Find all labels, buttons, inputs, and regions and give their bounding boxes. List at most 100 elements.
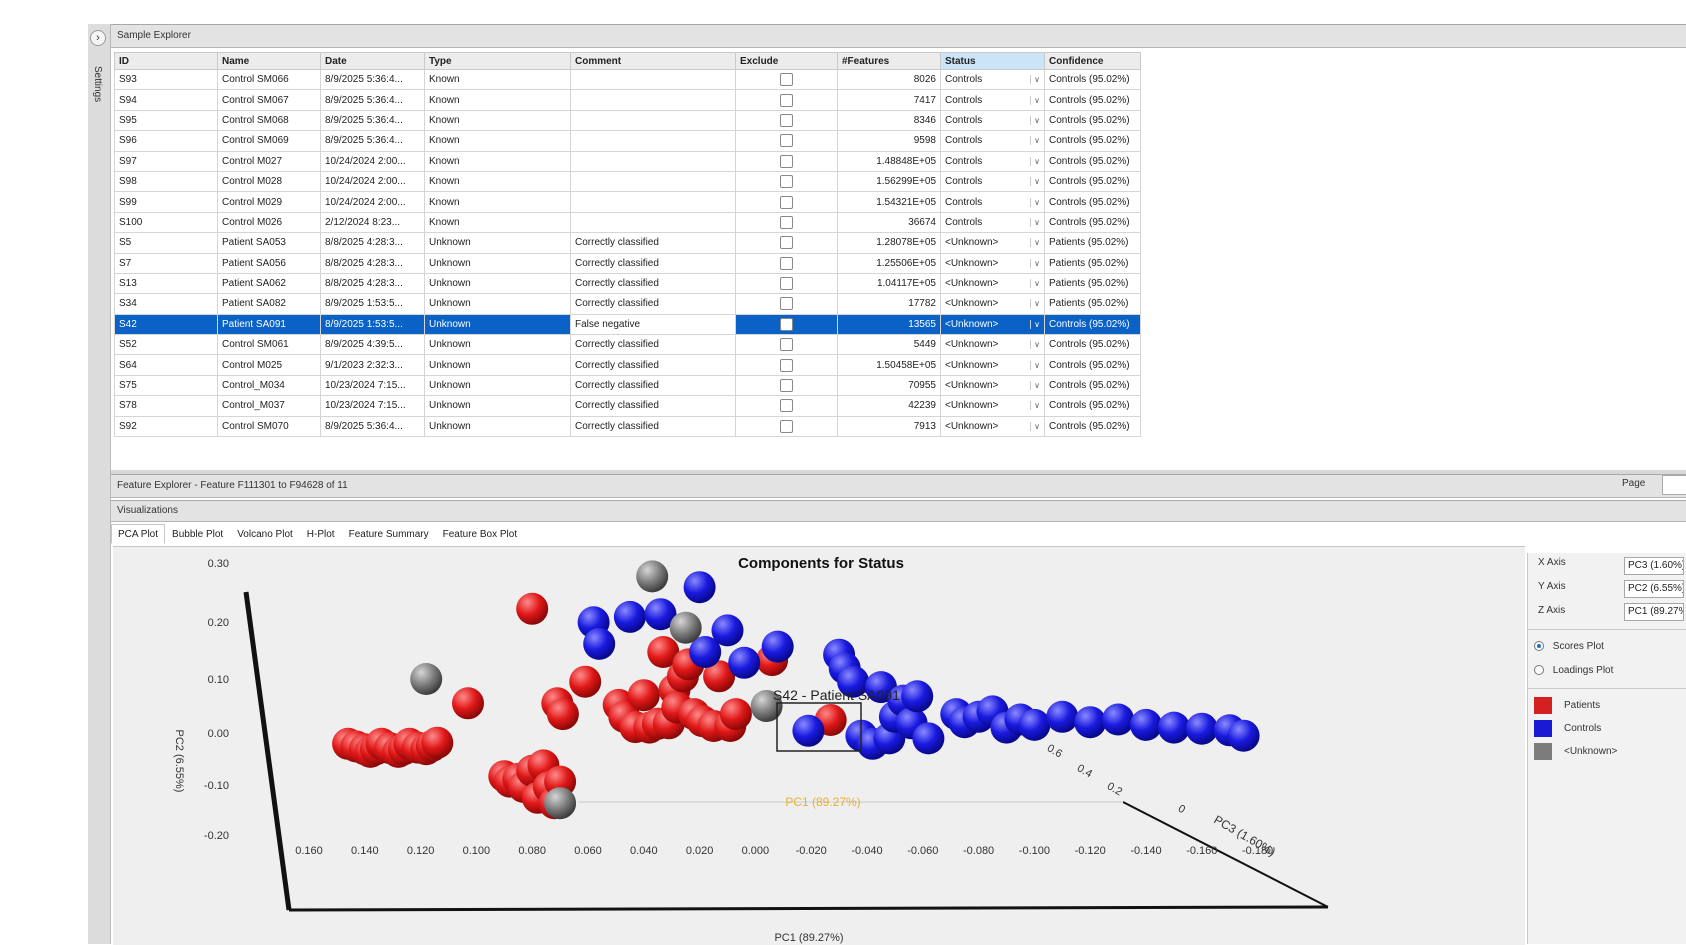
score-point[interactable] xyxy=(761,630,794,663)
table-row[interactable]: S92 Control SM070 8/9/2025 5:36:4... Unknow… xyxy=(114,415,1141,438)
table-row[interactable]: S99 Control M029 10/24/2024 2:00... Known 1.… xyxy=(114,191,1141,213)
cell-status[interactable]: Controls ∨ xyxy=(940,191,1045,213)
chevron-down-icon[interactable]: ∨ xyxy=(1030,381,1040,391)
cell-comment[interactable]: Correctly classified xyxy=(570,232,736,254)
chevron-down-icon[interactable]: ∨ xyxy=(1030,299,1040,309)
exclude-checkbox[interactable] xyxy=(780,338,793,352)
cell-status[interactable]: <Unknown> ∨ xyxy=(940,334,1045,356)
cell-status[interactable]: Controls ∨ xyxy=(940,109,1045,132)
status-dropdown[interactable]: <Unknown> ∨ xyxy=(945,258,1040,269)
score-point[interactable] xyxy=(901,680,934,713)
cell-exclude[interactable] xyxy=(735,191,838,213)
cell-exclude[interactable] xyxy=(735,170,838,193)
score-point[interactable] xyxy=(583,627,616,660)
chevron-down-icon[interactable]: ∨ xyxy=(1030,421,1040,431)
chevron-right-icon[interactable]: › xyxy=(90,30,106,46)
status-dropdown[interactable]: <Unknown> ∨ xyxy=(945,421,1040,432)
cell-status[interactable]: Controls ∨ xyxy=(940,211,1045,234)
column-header-features[interactable]: #Features xyxy=(837,52,941,70)
page-input[interactable] xyxy=(1662,475,1686,495)
scores-plot-option[interactable]: Scores Plot xyxy=(1534,641,1604,652)
exclude-checkbox[interactable] xyxy=(780,154,793,168)
status-dropdown[interactable]: <Unknown> ∨ xyxy=(945,380,1040,391)
loadings-plot-option[interactable]: Loadings Plot xyxy=(1534,665,1613,676)
cell-status[interactable]: <Unknown> ∨ xyxy=(940,232,1045,254)
score-point[interactable] xyxy=(421,726,454,759)
cell-exclude[interactable] xyxy=(735,130,838,152)
cell-status[interactable]: <Unknown> ∨ xyxy=(940,313,1045,336)
tab-h-plot[interactable]: H-Plot xyxy=(300,524,342,544)
status-dropdown[interactable]: Controls ∨ xyxy=(945,135,1040,146)
score-point[interactable] xyxy=(719,698,752,731)
cell-comment[interactable] xyxy=(570,130,736,152)
cell-status[interactable]: <Unknown> ∨ xyxy=(940,252,1045,274)
score-point[interactable] xyxy=(792,714,825,747)
table-row[interactable]: S94 Control SM067 8/9/2025 5:36:4... Known 7… xyxy=(114,89,1141,111)
column-header-date[interactable]: Date xyxy=(320,52,425,70)
cell-exclude[interactable] xyxy=(735,252,838,274)
cell-comment[interactable]: Correctly classified xyxy=(570,415,736,438)
cell-exclude[interactable] xyxy=(735,313,838,336)
cell-status[interactable]: <Unknown> ∨ xyxy=(940,374,1045,397)
exclude-checkbox[interactable] xyxy=(780,73,793,87)
cell-comment[interactable] xyxy=(570,211,736,234)
status-dropdown[interactable]: <Unknown> ∨ xyxy=(945,278,1040,289)
cell-exclude[interactable] xyxy=(735,232,838,254)
exclude-checkbox[interactable] xyxy=(780,134,793,148)
score-point[interactable] xyxy=(912,722,945,755)
chevron-down-icon[interactable]: ∨ xyxy=(1030,136,1040,146)
cell-comment[interactable]: Correctly classified xyxy=(570,395,736,417)
cell-comment[interactable]: Correctly classified xyxy=(570,374,736,397)
table-row[interactable]: S98 Control M028 10/24/2024 2:00... Known 1.… xyxy=(114,170,1141,193)
cell-exclude[interactable] xyxy=(735,415,838,438)
score-point[interactable] xyxy=(1018,708,1051,741)
table-row[interactable]: S78 Control_M037 10/23/2024 7:15... Unknown… xyxy=(114,395,1141,417)
status-dropdown[interactable]: Controls ∨ xyxy=(945,197,1040,208)
settings-vertical-tab[interactable]: Settings xyxy=(92,66,103,102)
column-header-confidence[interactable]: Confidence xyxy=(1044,52,1141,70)
cell-exclude[interactable] xyxy=(735,293,838,315)
status-dropdown[interactable]: <Unknown> ∨ xyxy=(945,298,1040,309)
cell-exclude[interactable] xyxy=(735,374,838,397)
status-dropdown[interactable]: <Unknown> ∨ xyxy=(945,319,1040,330)
status-dropdown[interactable]: Controls ∨ xyxy=(945,156,1040,167)
score-point[interactable] xyxy=(1102,703,1135,736)
cell-status[interactable]: Controls ∨ xyxy=(940,130,1045,152)
exclude-checkbox[interactable] xyxy=(780,358,793,372)
cell-comment[interactable]: False negative xyxy=(570,313,736,336)
status-dropdown[interactable]: Controls ∨ xyxy=(945,217,1040,228)
exclude-checkbox[interactable] xyxy=(780,113,793,127)
table-row[interactable]: S5 Patient SA053 8/8/2025 4:28:3... Unknown… xyxy=(114,232,1141,254)
y-axis-select[interactable]: PC2 (6.55%) xyxy=(1624,580,1684,598)
cell-status[interactable]: <Unknown> ∨ xyxy=(940,395,1045,417)
cell-exclude[interactable] xyxy=(735,89,838,111)
cell-exclude[interactable] xyxy=(735,272,838,295)
status-dropdown[interactable]: Controls ∨ xyxy=(945,176,1040,187)
cell-status[interactable]: <Unknown> ∨ xyxy=(940,293,1045,315)
status-dropdown[interactable]: Controls ∨ xyxy=(945,74,1040,85)
score-point[interactable] xyxy=(1130,708,1162,741)
table-row[interactable]: S100 Control M026 2/12/2024 8:23... Known 36… xyxy=(114,211,1141,234)
cell-status[interactable]: Controls ∨ xyxy=(940,89,1045,111)
exclude-checkbox[interactable] xyxy=(780,93,793,107)
cell-status[interactable]: <Unknown> ∨ xyxy=(940,415,1045,438)
exclude-checkbox[interactable] xyxy=(780,277,793,291)
chevron-down-icon[interactable]: ∨ xyxy=(1030,177,1040,187)
chevron-down-icon[interactable]: ∨ xyxy=(1030,401,1040,411)
cell-status[interactable]: <Unknown> ∨ xyxy=(940,354,1045,376)
exclude-checkbox[interactable] xyxy=(780,419,793,433)
exclude-checkbox[interactable] xyxy=(780,236,793,250)
cell-comment[interactable] xyxy=(570,89,736,111)
score-point[interactable] xyxy=(1046,700,1079,733)
chevron-down-icon[interactable]: ∨ xyxy=(1030,238,1040,248)
score-point[interactable] xyxy=(636,560,669,593)
chevron-down-icon[interactable]: ∨ xyxy=(1030,217,1040,227)
score-point[interactable] xyxy=(711,614,744,647)
score-point[interactable] xyxy=(728,646,761,679)
table-row[interactable]: S96 Control SM069 8/9/2025 5:36:4... Known 9… xyxy=(114,130,1141,152)
score-point[interactable] xyxy=(1157,711,1190,744)
tab-bubble-plot[interactable]: Bubble Plot xyxy=(165,524,230,544)
cell-comment[interactable]: Correctly classified xyxy=(570,354,736,376)
exclude-checkbox[interactable] xyxy=(780,297,793,311)
legend-item-controls[interactable]: Controls xyxy=(1534,720,1617,737)
